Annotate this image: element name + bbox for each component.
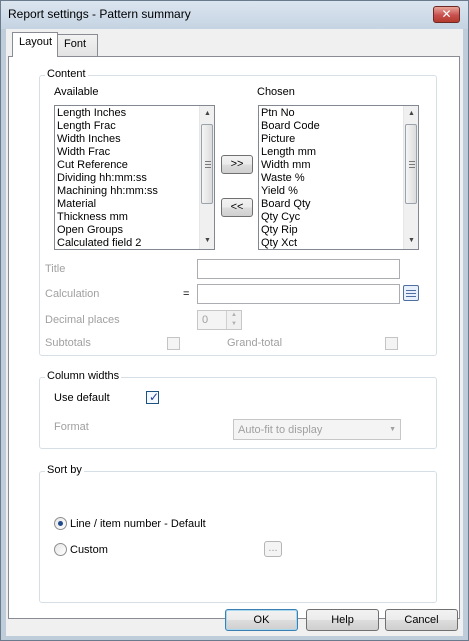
list-item[interactable]: Ptn No bbox=[259, 107, 418, 120]
scroll-up-icon[interactable]: ▲ bbox=[404, 106, 418, 122]
available-list[interactable]: Length Inches Length Frac Width Inches Widt… bbox=[54, 105, 215, 250]
list-item[interactable]: Material bbox=[55, 198, 214, 211]
list-item[interactable]: Board Code bbox=[259, 120, 418, 133]
list-item[interactable]: Calculated field 2 bbox=[55, 237, 214, 249]
list-item[interactable]: Open Groups bbox=[55, 224, 214, 237]
use-default-checkbox[interactable]: ✓ bbox=[146, 390, 160, 404]
cancel-button[interactable]: Cancel bbox=[385, 609, 458, 631]
list-item[interactable]: Yield % bbox=[259, 185, 418, 198]
list-item[interactable]: Width mm bbox=[259, 159, 418, 172]
decimal-places-stepper[interactable]: 0 ▲ ▼ bbox=[197, 310, 242, 330]
chosen-label: Chosen bbox=[257, 86, 295, 98]
list-item[interactable]: Qty Cyc bbox=[259, 211, 418, 224]
tab-layout-label: Layout bbox=[19, 36, 53, 48]
list-item[interactable]: Length Frac bbox=[55, 120, 214, 133]
ok-button[interactable]: OK bbox=[225, 609, 298, 631]
list-item[interactable]: Picture bbox=[259, 133, 418, 146]
scroll-thumb[interactable] bbox=[405, 124, 417, 204]
equals-sign: = bbox=[183, 288, 190, 300]
scroll-down-icon[interactable]: ▼ bbox=[200, 233, 214, 249]
close-icon: ✕ bbox=[441, 7, 452, 21]
sort-line-item-label[interactable]: Line / item number - Default bbox=[70, 518, 206, 530]
add-button[interactable]: >> bbox=[221, 155, 253, 174]
list-item[interactable]: Qty Xct bbox=[259, 237, 418, 249]
title-bar[interactable]: Report settings - Pattern summary ✕ bbox=[1, 1, 468, 29]
format-select-value: Auto-fit to display bbox=[238, 424, 323, 436]
title-label: Title bbox=[45, 263, 66, 275]
subtotals-label: Subtotals bbox=[45, 337, 91, 349]
content-group-label: Content bbox=[45, 68, 88, 80]
chevron-down-icon: ▼ bbox=[389, 426, 396, 433]
dialog-client: Layout Font Content Available Chosen Len… bbox=[6, 29, 463, 636]
layout-tab-page: Content Available Chosen Length Inches Le… bbox=[8, 56, 460, 619]
calculator-icon[interactable] bbox=[403, 285, 419, 301]
chosen-list[interactable]: Ptn No Board Code Picture Length mm Width mm… bbox=[258, 105, 419, 250]
list-item[interactable]: Cut Reference bbox=[55, 159, 214, 172]
tab-layout[interactable]: Layout bbox=[12, 32, 58, 57]
calculation-input[interactable] bbox=[197, 284, 400, 304]
format-select[interactable]: Auto-fit to display ▼ bbox=[233, 419, 401, 440]
spin-up-icon[interactable]: ▲ bbox=[226, 311, 241, 320]
title-input-value bbox=[198, 263, 201, 275]
list-item[interactable]: Length mm bbox=[259, 146, 418, 159]
grandtotal-label: Grand-total bbox=[227, 337, 283, 349]
sort-custom-radio[interactable] bbox=[54, 543, 67, 556]
sort-by-group: Sort by bbox=[39, 464, 437, 603]
decimal-places-value: 0 bbox=[202, 314, 209, 326]
spin-down-icon[interactable]: ▼ bbox=[226, 320, 241, 329]
list-item[interactable]: Qty Rip bbox=[259, 224, 418, 237]
window-title: Report settings - Pattern summary bbox=[8, 7, 191, 21]
checkmark-icon: ✓ bbox=[149, 390, 160, 404]
sort-by-group-label: Sort by bbox=[45, 464, 84, 476]
scroll-thumb[interactable] bbox=[201, 124, 213, 204]
list-item[interactable]: Width Frac bbox=[55, 146, 214, 159]
use-default-label: Use default bbox=[54, 392, 110, 404]
list-item[interactable]: Dividing hh:mm:ss bbox=[55, 172, 214, 185]
chosen-list-scrollbar[interactable]: ▲ ▼ bbox=[403, 106, 418, 249]
calculation-input-value bbox=[198, 288, 201, 300]
list-item[interactable]: Width Inches bbox=[55, 133, 214, 146]
available-list-scrollbar[interactable]: ▲ ▼ bbox=[199, 106, 214, 249]
list-item[interactable]: Thickness mm bbox=[55, 211, 214, 224]
decimal-places-label: Decimal places bbox=[45, 314, 120, 326]
calculation-label: Calculation bbox=[45, 288, 100, 300]
sort-custom-label[interactable]: Custom bbox=[70, 544, 108, 556]
tab-font[interactable]: Font bbox=[57, 34, 98, 56]
grandtotal-checkbox[interactable] bbox=[385, 337, 398, 350]
scroll-down-icon[interactable]: ▼ bbox=[404, 233, 418, 249]
scroll-up-icon[interactable]: ▲ bbox=[200, 106, 214, 122]
custom-sort-browse-button[interactable]: ... bbox=[264, 541, 282, 557]
column-widths-group-label: Column widths bbox=[45, 370, 122, 382]
subtotals-checkbox[interactable] bbox=[167, 337, 180, 350]
close-button[interactable]: ✕ bbox=[433, 6, 460, 23]
list-item[interactable]: Machining hh:mm:ss bbox=[55, 185, 214, 198]
dialog-window: Report settings - Pattern summary ✕ Layo… bbox=[0, 0, 469, 641]
list-item[interactable]: Board Qty bbox=[259, 198, 418, 211]
sort-line-item-radio[interactable] bbox=[54, 517, 67, 530]
remove-button[interactable]: << bbox=[221, 198, 253, 217]
available-label: Available bbox=[54, 86, 99, 98]
list-item[interactable]: Waste % bbox=[259, 172, 418, 185]
title-input[interactable] bbox=[197, 259, 400, 279]
help-button[interactable]: Help bbox=[306, 609, 379, 631]
format-label: Format bbox=[54, 421, 89, 433]
radio-selected-dot bbox=[58, 521, 63, 526]
list-item[interactable]: Length Inches bbox=[55, 107, 214, 120]
tab-font-label: Font bbox=[64, 38, 87, 50]
